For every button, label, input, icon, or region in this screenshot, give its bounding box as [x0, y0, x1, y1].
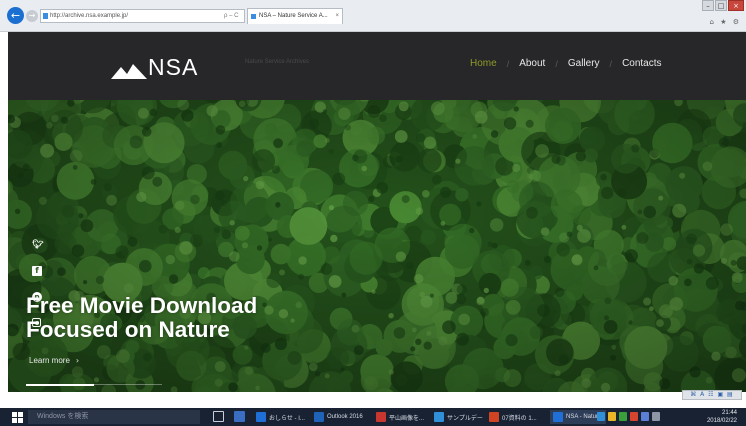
minimize-button[interactable]: –	[702, 0, 714, 11]
taskbar-search-input[interactable]: Windows を検索	[28, 410, 200, 424]
twitter-icon[interactable]: 🐦︎	[32, 240, 43, 250]
taskbar-item-folder[interactable]: サンプルデー	[434, 410, 483, 424]
taskbar-item-powerpoint[interactable]: 07資料の 1...	[489, 410, 537, 424]
nav-separator: /	[609, 58, 613, 69]
taskbar-item-outlook[interactable]: Outlook 2016	[314, 410, 363, 424]
tray-app-icon[interactable]	[619, 412, 627, 421]
learn-more-label: Learn more	[29, 356, 70, 365]
address-tools[interactable]: ρ – C	[224, 9, 238, 23]
hero-title-line2: Focused on Nature	[26, 317, 230, 342]
site-logo[interactable]: NSA	[111, 49, 198, 79]
nav-separator: /	[506, 58, 510, 69]
system-tray	[597, 412, 663, 421]
main-nav: Home / About / Gallery / Contacts	[470, 58, 662, 69]
site-tagline: Nature Service Archives	[245, 59, 310, 65]
nav-gallery[interactable]: Gallery	[568, 58, 600, 69]
tab-close-icon[interactable]: ×	[335, 9, 339, 24]
tray-app-icon[interactable]	[630, 412, 638, 421]
volume-icon[interactable]	[652, 412, 660, 421]
close-button[interactable]: ×	[728, 0, 744, 11]
taskbar-item-image-viewer[interactable]: 平山画像を...	[376, 410, 424, 424]
slider-progress[interactable]	[26, 383, 162, 386]
forward-arrow-icon[interactable]: →	[26, 10, 38, 22]
browser-tab-nsa[interactable]: NSA – Nature Service A... ×	[247, 8, 343, 24]
learn-more-link[interactable]: Learn more ›	[29, 356, 79, 365]
clock-date: 2018/02/22	[706, 418, 737, 424]
chevron-right-icon: ›	[75, 356, 80, 365]
nav-about[interactable]: About	[519, 58, 545, 69]
tab-title: NSA – Nature Service A...	[259, 13, 328, 19]
taskbar-item-label: おしらせ - I...	[269, 415, 305, 422]
tray-app-icon[interactable]	[608, 412, 616, 421]
taskbar-item-label: 07資料の 1...	[502, 415, 537, 422]
hero-banner: 🐦︎ f p Free Movie Download Focused on Na…	[8, 100, 746, 392]
forest-aerial-image	[8, 100, 746, 392]
folder-icon	[434, 412, 444, 422]
taskbar-item-label: 平山画像を...	[389, 415, 425, 422]
tab-favicon-icon	[251, 14, 256, 19]
address-bar[interactable]: http://archive.nsa.example.jp/	[40, 9, 245, 23]
powerpoint-icon	[489, 412, 499, 422]
mountain-logo-icon	[111, 64, 147, 79]
slider-progress-fill	[26, 383, 94, 386]
image-app-icon	[376, 412, 386, 422]
back-arrow-icon[interactable]: ←	[7, 7, 24, 24]
maximize-button[interactable]: □	[715, 0, 727, 11]
hero-title: Free Movie Download Focused on Nature	[26, 294, 257, 342]
taskbar-clock[interactable]: 21:44 2018/02/22	[707, 409, 737, 425]
windows-taskbar: Windows を検索 おしらせ - I... Outlook 2016 平山画…	[0, 408, 746, 426]
browser-toolbar: ← → http://archive.nsa.example.jp/ ρ – C…	[0, 0, 746, 32]
outlook-icon	[314, 412, 324, 422]
browser-tool-icons[interactable]: ⌂ ★ ⚙	[710, 18, 741, 26]
tray-app-icon[interactable]	[597, 412, 605, 421]
ie-icon	[256, 412, 266, 422]
address-url: http://archive.nsa.example.jp/	[50, 13, 129, 19]
facebook-icon[interactable]: f	[32, 266, 42, 276]
site-header: NSA Nature Service Archives Home / About…	[8, 32, 746, 100]
logo-text: NSA	[148, 54, 199, 80]
tray-app-icon[interactable]	[641, 412, 649, 421]
windows-start-icon[interactable]	[12, 412, 23, 423]
language-bar[interactable]: ⌘ A ☷ ▣ ▤	[682, 390, 742, 400]
taskbar-item-label: Outlook 2016	[327, 414, 363, 420]
window-buttons: – □ ×	[701, 0, 744, 14]
nav-separator: /	[555, 58, 558, 69]
hero-title-line1: Free Movie Download	[26, 293, 258, 318]
clock-time: 21:44	[721, 410, 737, 416]
nav-home[interactable]: Home	[470, 58, 497, 69]
task-view-icon[interactable]	[213, 411, 224, 422]
app-pinned-icon[interactable]	[234, 411, 245, 422]
taskbar-item-label: サンプルデー	[447, 415, 483, 422]
taskbar-item-ie-notice[interactable]: おしらせ - I...	[256, 410, 305, 424]
nav-contacts[interactable]: Contacts	[622, 58, 661, 69]
page-icon	[43, 13, 48, 19]
ie-icon	[553, 412, 563, 422]
